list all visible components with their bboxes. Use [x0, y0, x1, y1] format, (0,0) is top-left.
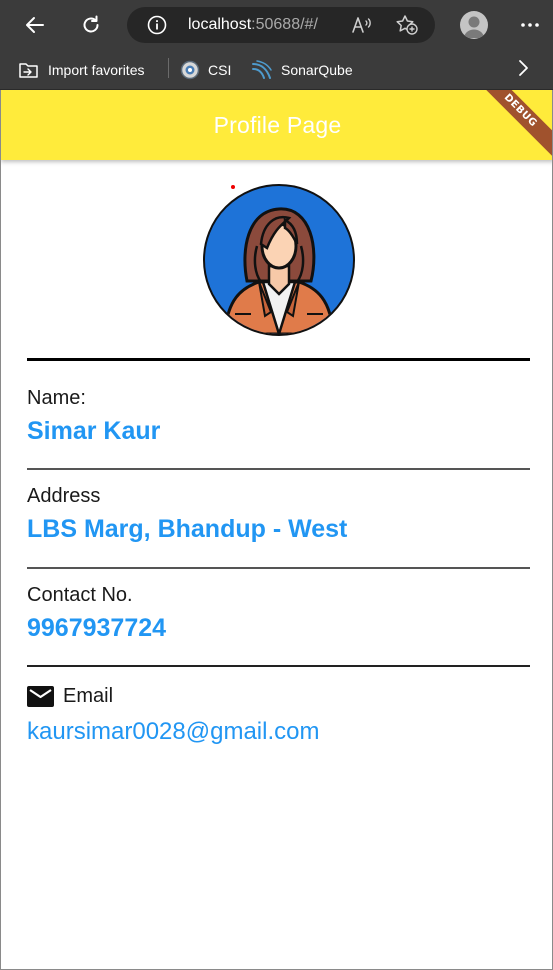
address-label: Address: [27, 485, 101, 507]
import-folder-icon: [19, 63, 38, 78]
favorite-import-label: Import favorites: [48, 62, 145, 78]
email-label: Email: [63, 684, 114, 707]
name-label: Name:: [27, 387, 86, 409]
more-dots-icon: [521, 23, 539, 27]
refresh-button[interactable]: [73, 7, 109, 43]
favorites-overflow-button[interactable]: [513, 58, 533, 78]
add-favorite-icon[interactable]: [395, 14, 419, 36]
url-text[interactable]: localhost:50688/#/: [188, 16, 318, 34]
contact-label: Contact No.: [27, 584, 133, 606]
app-viewport: Profile Page DEBUG Name: Simar Kaur Addr…: [0, 90, 553, 970]
profile-picture: [203, 184, 355, 336]
favorites-separator: [168, 58, 169, 78]
chevron-right-icon: [519, 60, 528, 76]
name-value: Simar Kaur: [27, 417, 161, 445]
page-title: Profile Page: [213, 111, 342, 138]
refresh-icon: [83, 15, 99, 33]
info-icon[interactable]: [147, 15, 167, 35]
divider-address: [27, 567, 530, 569]
back-arrow-icon: [26, 17, 44, 33]
profile-avatar-button[interactable]: [460, 11, 488, 39]
mail-icon: [27, 685, 54, 707]
divider-name: [27, 468, 530, 470]
email-value: kaursimar0028@gmail.com: [27, 718, 320, 745]
woman-avatar-icon: [223, 207, 335, 334]
email-header: Email: [27, 683, 113, 709]
sonarqube-icon: [252, 60, 272, 79]
favorite-csi-label: CSI: [208, 62, 232, 78]
favorite-import[interactable]: Import favorites: [18, 58, 144, 82]
back-button[interactable]: [17, 7, 53, 43]
contact-value: 9967937724: [27, 614, 167, 642]
favorite-sonarqube[interactable]: SonarQube: [251, 58, 353, 82]
browser-window: localhost:50688/#/ Import favorites CSI …: [0, 0, 553, 970]
favorite-sonarqube-label: SonarQube: [281, 62, 353, 78]
address-bar[interactable]: localhost:50688/#/: [127, 7, 435, 43]
favorite-csi[interactable]: CSI: [180, 58, 231, 82]
more-options-button[interactable]: [512, 7, 548, 43]
divider-top: [27, 358, 530, 361]
marker-dot: [231, 185, 235, 189]
app-bar: Profile Page: [1, 90, 552, 160]
csi-icon: [180, 60, 200, 80]
user-icon: [463, 16, 485, 38]
address-value: LBS Marg, Bhandup - West: [27, 515, 348, 543]
read-aloud-icon[interactable]: [351, 15, 373, 35]
browser-toolbar: localhost:50688/#/: [0, 0, 553, 50]
divider-contact: [27, 665, 530, 667]
